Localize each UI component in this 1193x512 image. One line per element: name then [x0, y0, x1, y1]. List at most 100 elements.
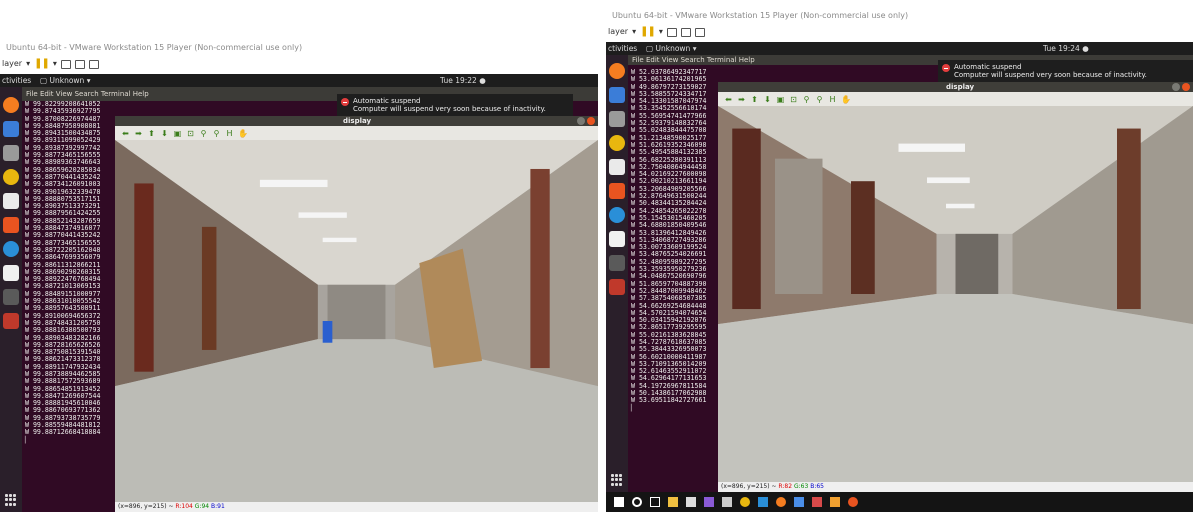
chevron-down-icon[interactable]: ▾: [53, 56, 57, 72]
send-ctrl-alt-del-icon[interactable]: [60, 59, 71, 69]
terminal-icon[interactable]: [3, 289, 19, 305]
app-menu[interactable]: ▢ Unknown ▾: [40, 74, 90, 87]
software-center-icon[interactable]: [609, 183, 625, 199]
clock[interactable]: Tue 19:22 ●: [440, 74, 486, 87]
chevron-down-icon[interactable]: ▾: [632, 24, 636, 40]
arrow-left-icon[interactable]: ⬅: [724, 95, 733, 104]
menu-terminal[interactable]: Terminal: [707, 56, 737, 64]
clock[interactable]: Tue 19:24 ●: [1043, 42, 1089, 55]
firefox-icon[interactable]: [3, 97, 19, 113]
zoom-in-icon[interactable]: ⚲: [802, 95, 811, 104]
minimize-icon[interactable]: [577, 117, 585, 125]
unity-icon[interactable]: [88, 59, 99, 69]
settings-icon[interactable]: [722, 497, 732, 507]
menu-view[interactable]: View: [56, 90, 73, 98]
zoom-in-icon[interactable]: ⚲: [199, 129, 208, 138]
display-window[interactable]: display ⬅ ➡ ⬆ ⬇ ▣ ⊡ ⚲ ⚲ H ✋ (x=896, y=21…: [718, 82, 1193, 492]
player-menu[interactable]: layer: [2, 56, 22, 72]
mail-icon[interactable]: [686, 497, 696, 507]
minimize-icon[interactable]: [1172, 83, 1180, 91]
search-icon[interactable]: [632, 497, 642, 507]
system-monitor-icon[interactable]: [609, 279, 625, 295]
properties-icon[interactable]: ⊡: [789, 95, 798, 104]
arrow-right-icon[interactable]: ➡: [737, 95, 746, 104]
home-icon[interactable]: H: [828, 95, 837, 104]
thunderbird-icon[interactable]: [3, 121, 19, 137]
chevron-down-icon[interactable]: ▾: [26, 56, 30, 72]
task-view-icon[interactable]: [650, 497, 660, 507]
menu-terminal[interactable]: Terminal: [101, 90, 131, 98]
player-menu[interactable]: layer: [608, 24, 628, 40]
pan-icon[interactable]: ✋: [238, 129, 248, 138]
rhythmbox-icon[interactable]: [3, 169, 19, 185]
software-center-icon[interactable]: [3, 217, 19, 233]
terminal-icon[interactable]: [609, 255, 625, 271]
ubuntu-icon[interactable]: [848, 497, 858, 507]
properties-icon[interactable]: ⊡: [186, 129, 195, 138]
fullscreen-icon[interactable]: [74, 59, 85, 69]
arrow-down-icon[interactable]: ⬇: [763, 95, 772, 104]
show-applications-icon[interactable]: [611, 474, 623, 486]
menu-search[interactable]: Search: [75, 90, 99, 98]
help-icon[interactable]: [609, 207, 625, 223]
menu-file[interactable]: File: [26, 90, 38, 98]
edge-icon[interactable]: [758, 497, 768, 507]
amazon-icon[interactable]: [3, 265, 19, 281]
menu-file[interactable]: File: [632, 56, 644, 64]
visual-studio-icon[interactable]: [704, 497, 714, 507]
pause-icon[interactable]: ❚❚: [34, 56, 50, 72]
chevron-down-icon[interactable]: ▾: [659, 24, 663, 40]
libreoffice-writer-icon[interactable]: [3, 193, 19, 209]
zoom-out-icon[interactable]: ⚲: [212, 129, 221, 138]
menu-search[interactable]: Search: [681, 56, 705, 64]
pause-icon[interactable]: ❚❚: [640, 24, 656, 40]
menu-edit[interactable]: Edit: [646, 56, 660, 64]
arrow-left-icon[interactable]: ⬅: [121, 129, 130, 138]
show-applications-icon[interactable]: [5, 494, 17, 506]
files-icon[interactable]: [609, 111, 625, 127]
amazon-icon[interactable]: [609, 231, 625, 247]
menu-help[interactable]: Help: [739, 56, 755, 64]
unity-icon[interactable]: [694, 27, 705, 37]
display-window[interactable]: display ⬅ ➡ ⬆ ⬇ ▣ ⊡ ⚲ ⚲ H ✋ (x=896, y=21…: [115, 116, 598, 512]
firefox-icon[interactable]: [776, 497, 786, 507]
close-icon[interactable]: [587, 117, 595, 125]
menu-edit[interactable]: Edit: [40, 90, 54, 98]
window-controls: [1172, 83, 1190, 91]
windows-start-icon[interactable]: [614, 497, 624, 507]
chrome-icon[interactable]: [740, 497, 750, 507]
snip-icon[interactable]: [812, 497, 822, 507]
help-icon[interactable]: [3, 241, 19, 257]
send-ctrl-alt-del-icon[interactable]: [666, 27, 677, 37]
menu-view[interactable]: View: [662, 56, 679, 64]
fullscreen-icon[interactable]: [680, 27, 691, 37]
thunderbird-icon[interactable]: [609, 87, 625, 103]
menu-help[interactable]: Help: [133, 90, 149, 98]
system-monitor-icon[interactable]: [3, 313, 19, 329]
arrow-down-icon[interactable]: ⬇: [160, 129, 169, 138]
save-icon[interactable]: ▣: [173, 129, 182, 138]
camera-frame: [718, 106, 1193, 482]
home-icon[interactable]: H: [225, 129, 234, 138]
paint-icon[interactable]: [830, 497, 840, 507]
store-icon[interactable]: [794, 497, 804, 507]
app-menu[interactable]: ▢ Unknown ▾: [646, 42, 696, 55]
arrow-up-icon[interactable]: ⬆: [147, 129, 156, 138]
activities-button[interactable]: ctivities: [608, 42, 637, 55]
close-icon[interactable]: [1182, 83, 1190, 91]
pan-icon[interactable]: ✋: [841, 95, 851, 104]
zoom-out-icon[interactable]: ⚲: [815, 95, 824, 104]
arrow-right-icon[interactable]: ➡: [134, 129, 143, 138]
suspend-notification[interactable]: Automatic suspend Computer will suspend …: [337, 94, 573, 116]
rhythmbox-icon[interactable]: [609, 135, 625, 151]
libreoffice-writer-icon[interactable]: [609, 159, 625, 175]
arrow-up-icon[interactable]: ⬆: [750, 95, 759, 104]
save-icon[interactable]: ▣: [776, 95, 785, 104]
notification-message: Computer will suspend very soon because …: [954, 71, 1147, 79]
display-title: display: [946, 83, 975, 91]
files-icon[interactable]: [3, 145, 19, 161]
file-explorer-icon[interactable]: [668, 497, 678, 507]
activities-button[interactable]: ctivities: [2, 74, 31, 87]
firefox-icon[interactable]: [609, 63, 625, 79]
suspend-notification[interactable]: Automatic suspend Computer will suspend …: [938, 60, 1193, 82]
